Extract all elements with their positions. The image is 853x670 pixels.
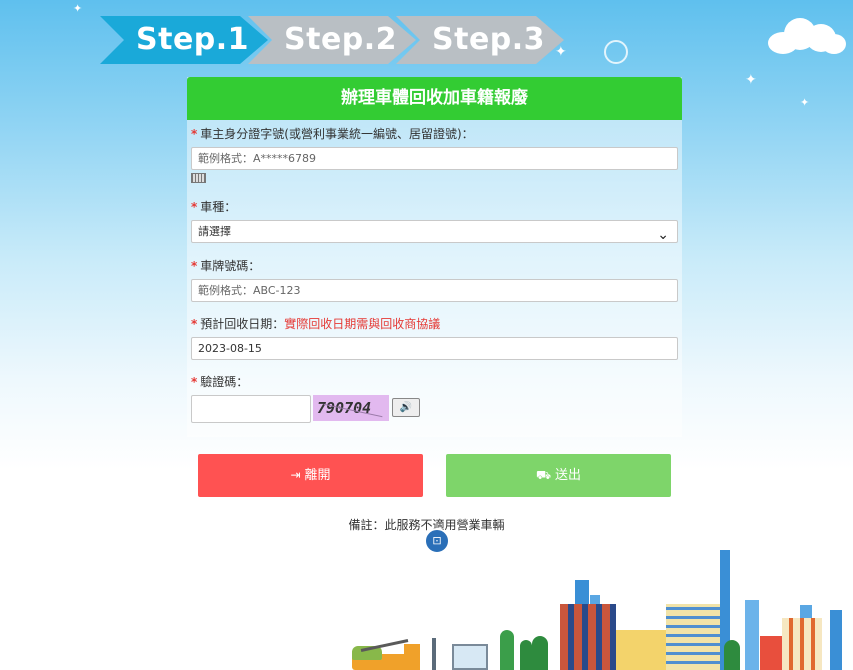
vehicle-type-label: 車種：: [200, 200, 237, 214]
plate-field-group: * 車牌號碼： 範例格式：ABC-123: [191, 257, 678, 302]
id-input[interactable]: 範例格式：A*****6789: [191, 147, 678, 170]
id-field-group: * 車主身分證字號(或營利事業統一編號、居留證號)： 範例格式：A*****678…: [191, 125, 678, 183]
sparkle-decoration: ✦: [555, 44, 567, 60]
send-button-label: 送出: [555, 468, 582, 483]
required-mark: *: [191, 375, 198, 389]
required-mark: *: [191, 317, 198, 331]
captcha-label: 驗證碼：: [200, 375, 249, 389]
date-field-group: * 預計回收日期：實際回收日期需與回收商協議 2023-08-15: [191, 315, 678, 360]
bus-stop-icon: ⊡: [424, 528, 450, 554]
speaker-icon[interactable]: 🔊: [392, 398, 420, 417]
cloud-decoration: [768, 14, 846, 56]
id-label: 車主身分證字號(或營利事業統一編號、居留證號)：: [200, 127, 474, 141]
plate-input[interactable]: 範例格式：ABC-123: [191, 279, 678, 302]
step-3: Step.3: [396, 16, 564, 64]
remark-text: 備註：此服務不適用營業車輛: [348, 518, 505, 532]
sparkle-decoration: ✦: [745, 72, 757, 88]
send-button[interactable]: ⛟ 送出: [446, 454, 671, 497]
date-note: 實際回收日期需與回收商協議: [284, 317, 441, 331]
captcha-image: 790704: [313, 395, 389, 421]
required-mark: *: [191, 259, 198, 273]
date-input[interactable]: 2023-08-15: [191, 337, 678, 360]
city-illustration: ⊡: [0, 528, 853, 670]
sparkle-decoration: ✦: [800, 96, 810, 109]
required-mark: *: [191, 127, 198, 141]
keyboard-icon[interactable]: [191, 173, 206, 183]
captcha-group: * 驗證碼： 790704 🔊: [191, 373, 678, 423]
sparkle-decoration: ✦: [73, 2, 83, 15]
leave-button-label: 離開: [304, 468, 331, 483]
form-title: 辦理車體回收加車籍報廢: [187, 77, 682, 120]
plate-label: 車牌號碼：: [200, 259, 261, 273]
bubble-decoration: [604, 40, 628, 64]
leave-button[interactable]: ⇥ 離開: [198, 454, 423, 497]
sign-out-icon: ⇥: [290, 468, 301, 482]
truck-icon: ⛟: [535, 468, 552, 482]
captcha-input[interactable]: [191, 395, 311, 423]
date-label: 預計回收日期：: [200, 317, 285, 331]
step-1: Step.1: [100, 16, 268, 64]
step-2: Step.2: [248, 16, 416, 64]
required-mark: *: [191, 200, 198, 214]
form-card: 辦理車體回收加車籍報廢 * 車主身分證字號(或營利事業統一編號、居留證號)： 範例…: [187, 77, 682, 437]
vehicle-type-group: * 車種： 請選擇 ⌄: [191, 198, 678, 243]
vehicle-type-select[interactable]: 請選擇 ⌄: [191, 220, 678, 243]
vehicle-type-value: 請選擇: [198, 225, 231, 238]
chevron-down-icon: ⌄: [657, 227, 669, 243]
